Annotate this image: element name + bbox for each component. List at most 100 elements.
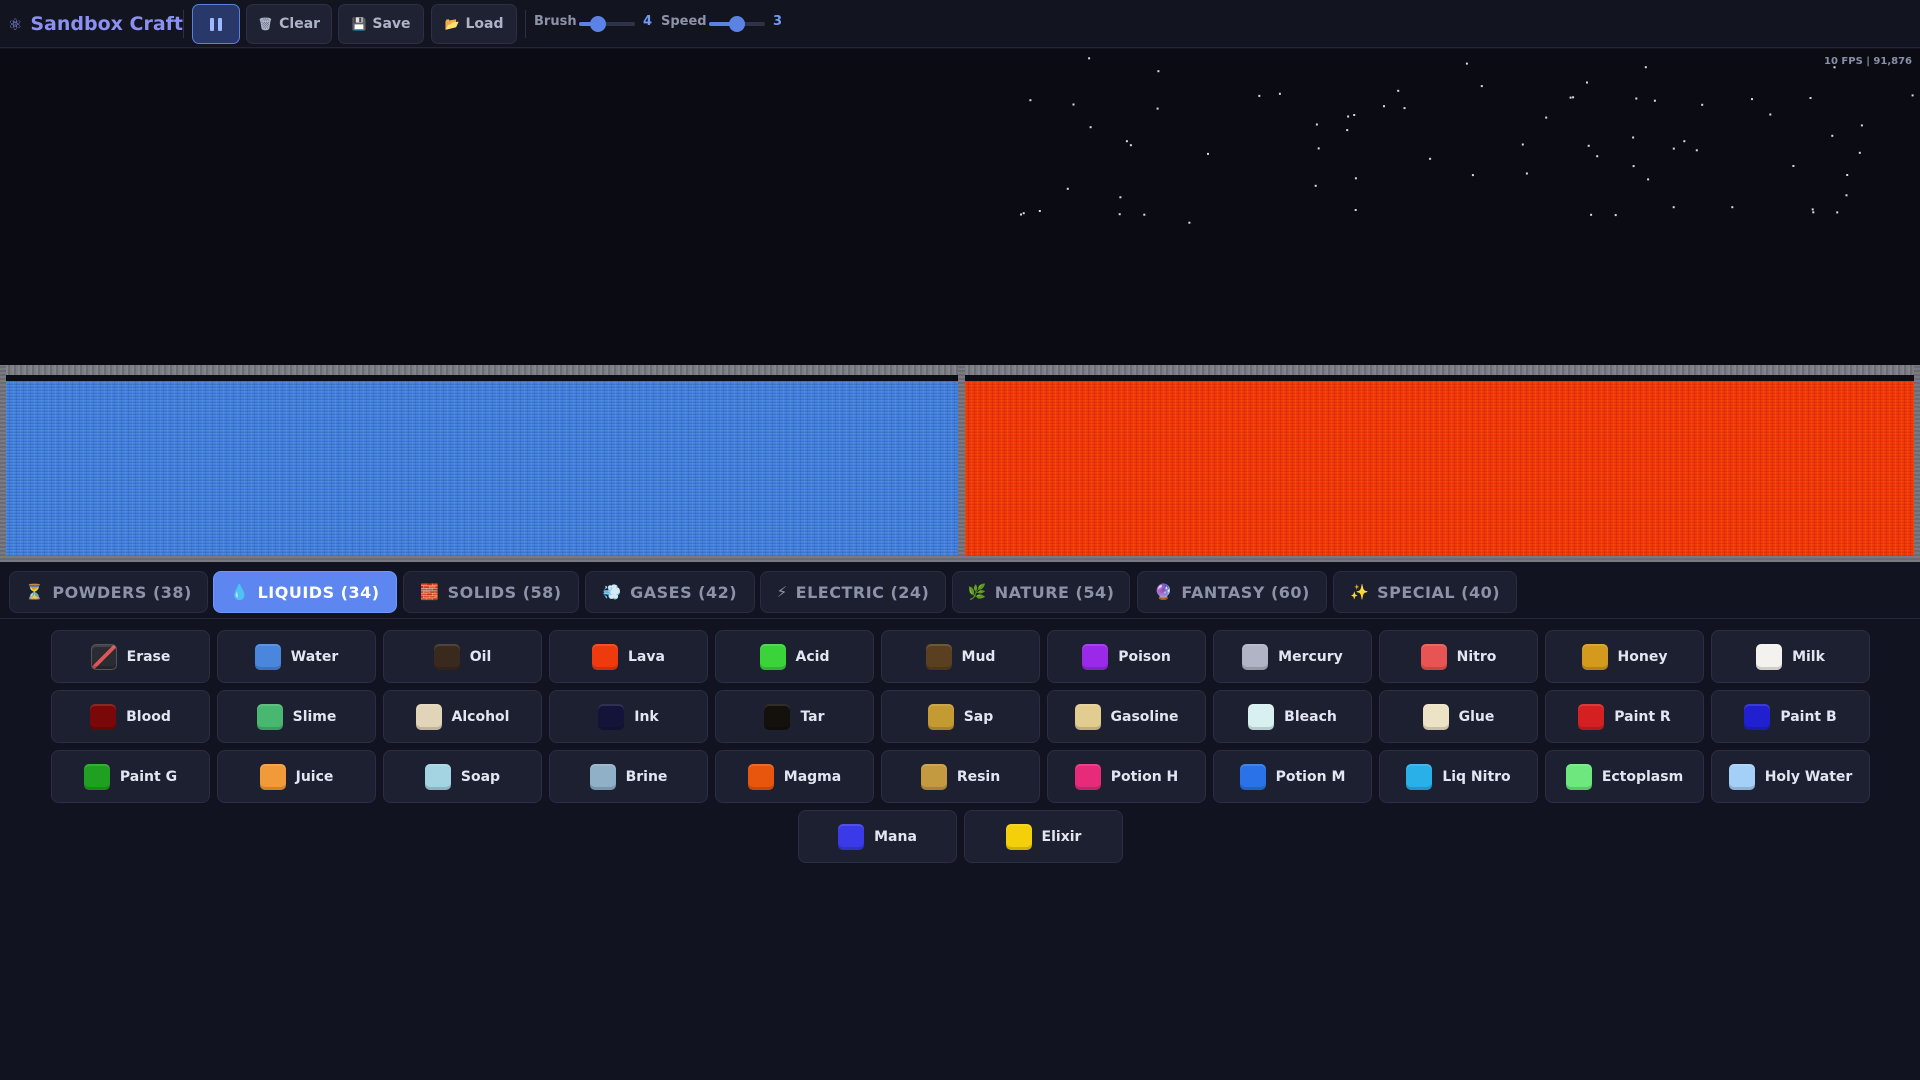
brush-label: Brush: [534, 14, 577, 29]
brush-slider[interactable]: [579, 16, 635, 32]
load-button[interactable]: 📂 Load: [431, 4, 517, 44]
steam-particle: [1632, 165, 1635, 168]
element-label: Nitro: [1456, 648, 1497, 665]
element-sap-button[interactable]: Sap: [881, 690, 1040, 743]
color-swatch: [759, 643, 786, 670]
element-magma-button[interactable]: Magma: [715, 750, 874, 803]
element-liq-nitro-button[interactable]: Liq Nitro: [1379, 750, 1538, 803]
element-bleach-button[interactable]: Bleach: [1213, 690, 1372, 743]
steam-particle: [1353, 114, 1356, 116]
element-ink-button[interactable]: Ink: [549, 690, 708, 743]
steam-particle: [1590, 213, 1593, 216]
element-oil-button[interactable]: Oil: [383, 630, 542, 683]
tab-liquids[interactable]: 💧 LIQUIDS (34): [213, 571, 397, 613]
steam-particle: [1632, 136, 1635, 139]
stone-wall-right: [1914, 365, 1920, 562]
element-honey-button[interactable]: Honey: [1545, 630, 1704, 683]
element-gasoline-button[interactable]: Gasoline: [1047, 690, 1206, 743]
element-label: Milk: [1792, 648, 1825, 665]
steam-particle: [1143, 213, 1146, 216]
element-slime-button[interactable]: Slime: [217, 690, 376, 743]
tab-powders[interactable]: ⏳ POWDERS (38): [9, 571, 208, 613]
element-mud-button[interactable]: Mud: [881, 630, 1040, 683]
speed-slider[interactable]: [709, 16, 765, 32]
element-alcohol-button[interactable]: Alcohol: [383, 690, 542, 743]
element-label: Acid: [795, 648, 830, 665]
color-swatch: [927, 703, 954, 730]
color-swatch: [764, 703, 791, 730]
element-poison-button[interactable]: Poison: [1047, 630, 1206, 683]
steam-particle: [1188, 221, 1191, 224]
element-label: Mercury: [1278, 648, 1343, 665]
element-brine-button[interactable]: Brine: [549, 750, 708, 803]
steam-particle: [1587, 144, 1590, 147]
tab-special[interactable]: ✨ SPECIAL (40): [1333, 571, 1517, 613]
steam-particle: [1278, 92, 1281, 95]
element-label: Mana: [874, 828, 917, 845]
sparkles-icon: ✨: [1349, 583, 1370, 601]
clear-button[interactable]: 🗑 Clear: [246, 4, 332, 44]
tab-nature[interactable]: 🌿 NATURE (54): [952, 571, 1130, 613]
element-water-button[interactable]: Water: [217, 630, 376, 683]
element-glue-button[interactable]: Glue: [1379, 690, 1538, 743]
element-resin-button[interactable]: Resin: [881, 750, 1040, 803]
element-nitro-button[interactable]: Nitro: [1379, 630, 1538, 683]
tab-gases[interactable]: 💨 GASES (42): [585, 571, 755, 613]
category-tabs: ⏳ POWDERS (38) 💧 LIQUIDS (34) 🧱 SOLIDS (58) 💨 G…: [0, 563, 1920, 619]
element-label: Liq Nitro: [1442, 768, 1511, 785]
simulation-canvas[interactable]: 10 FPS | 91,876: [0, 49, 1920, 562]
tab-solids[interactable]: 🧱 SOLIDS (58): [403, 571, 579, 613]
element-label: Poison: [1118, 648, 1171, 665]
element-label: Ectoplasm: [1601, 768, 1684, 785]
element-label: Water: [290, 648, 339, 665]
element-label: Brine: [625, 768, 668, 785]
element-elixir-button[interactable]: Elixir: [964, 810, 1123, 863]
element-label: Glue: [1458, 708, 1495, 725]
element-paint-r-button[interactable]: Paint R: [1545, 690, 1704, 743]
element-label: Resin: [956, 768, 1001, 785]
tab-fantasy[interactable]: 🔮 FANTASY (60): [1137, 571, 1327, 613]
water-pool: [6, 375, 958, 556]
steam-particle: [1911, 94, 1914, 97]
speed-slider-thumb[interactable]: [729, 16, 745, 32]
droplet-icon: 💧: [230, 583, 250, 601]
element-blood-button[interactable]: Blood: [51, 690, 210, 743]
element-potion-m-button[interactable]: Potion M: [1213, 750, 1372, 803]
steam-particle: [1119, 196, 1122, 199]
color-swatch: [1406, 763, 1433, 790]
element-juice-button[interactable]: Juice: [217, 750, 376, 803]
toolbar-divider: [183, 10, 184, 38]
pause-button[interactable]: [192, 4, 240, 44]
element-paint-g-button[interactable]: Paint G: [51, 750, 210, 803]
element-label: Alcohol: [451, 708, 510, 725]
color-swatch: [925, 643, 952, 670]
color-swatch: [1074, 703, 1101, 730]
element-erase-button[interactable]: Erase: [51, 630, 210, 683]
color-swatch: [1578, 703, 1605, 730]
trash-icon: 🗑: [257, 17, 274, 31]
color-swatch: [83, 763, 110, 790]
element-ectoplasm-button[interactable]: Ectoplasm: [1545, 750, 1704, 803]
tab-electric[interactable]: ⚡ ELECTRIC (24): [760, 571, 946, 613]
pause-icon: [210, 17, 222, 31]
element-acid-button[interactable]: Acid: [715, 630, 874, 683]
element-mercury-button[interactable]: Mercury: [1213, 630, 1372, 683]
element-potion-h-button[interactable]: Potion H: [1047, 750, 1206, 803]
element-label: Mud: [961, 648, 996, 665]
brush-slider-thumb[interactable]: [589, 16, 606, 32]
element-paint-b-button[interactable]: Paint B: [1711, 690, 1870, 743]
steam-particle: [1701, 103, 1704, 106]
element-holy-water-button[interactable]: Holy Water: [1711, 750, 1870, 803]
element-soap-button[interactable]: Soap: [383, 750, 542, 803]
tab-label: SPECIAL (40): [1377, 582, 1501, 602]
element-milk-button[interactable]: Milk: [1711, 630, 1870, 683]
color-swatch: [1005, 823, 1032, 850]
element-mana-button[interactable]: Mana: [798, 810, 957, 863]
steam-particle: [1088, 57, 1091, 60]
element-lava-button[interactable]: Lava: [549, 630, 708, 683]
steam-particle: [1317, 147, 1320, 150]
element-label: Juice: [295, 768, 334, 785]
save-button[interactable]: 💾 Save: [338, 4, 424, 44]
element-label: Lava: [628, 648, 665, 665]
element-tar-button[interactable]: Tar: [715, 690, 874, 743]
